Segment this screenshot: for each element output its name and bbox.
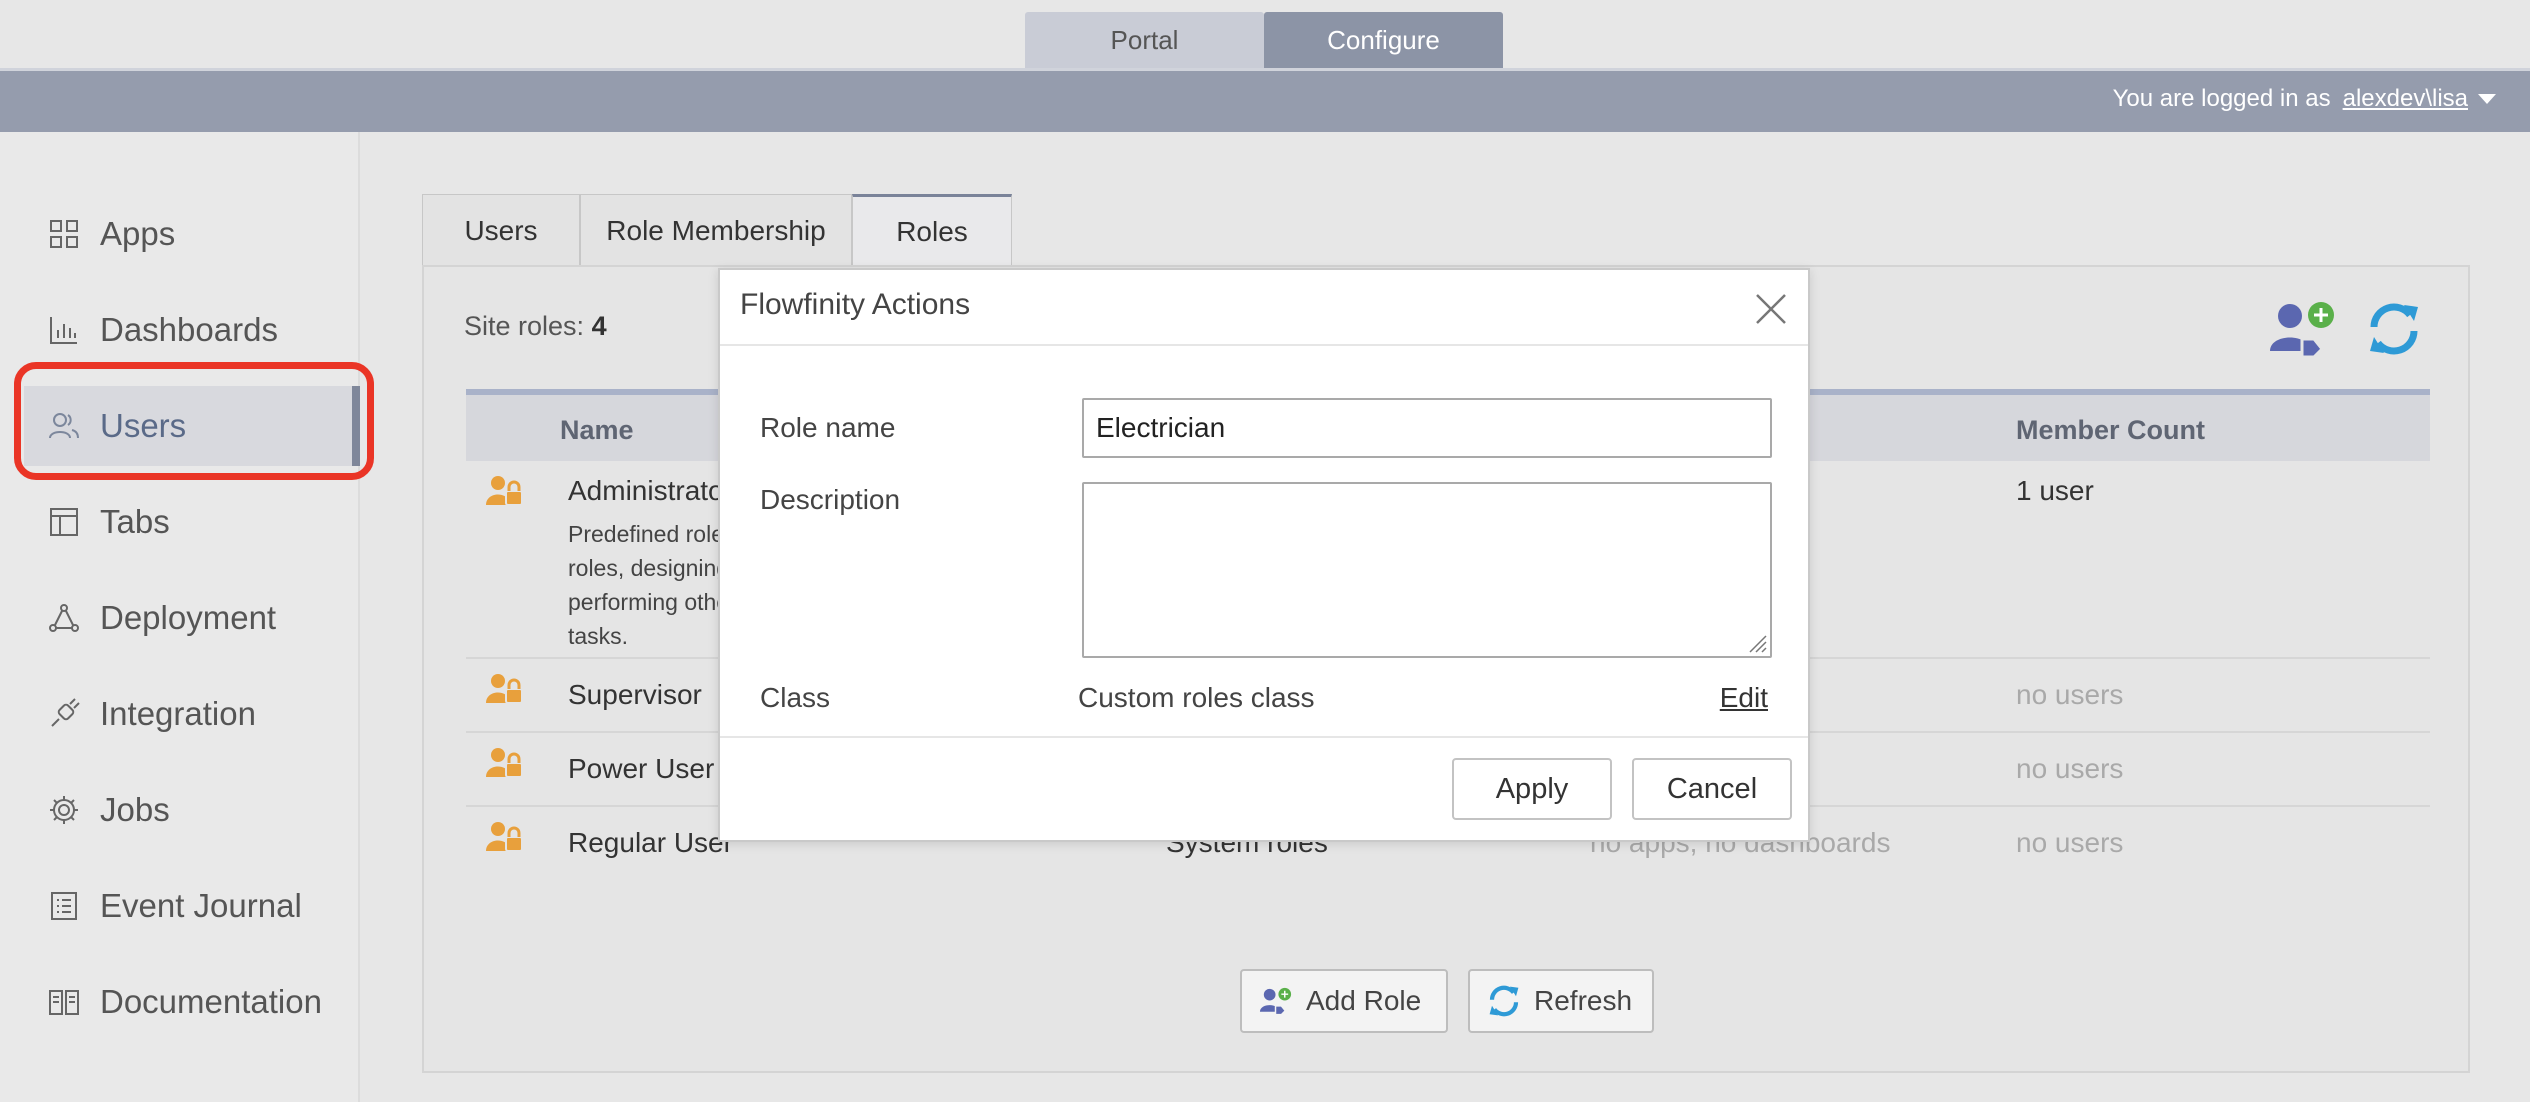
role-member-count: no users xyxy=(2016,753,2124,784)
sidebar-item-deployment[interactable]: Deployment xyxy=(0,578,360,658)
bar-chart-icon xyxy=(50,317,77,344)
resize-grip-icon[interactable] xyxy=(1745,631,1767,653)
dialog-title: Flowfinity Actions xyxy=(740,288,971,321)
content-tabs: Users Role Membership Roles xyxy=(422,194,1012,266)
locked-role-icon xyxy=(486,748,523,778)
tab-configure[interactable]: Configure xyxy=(1264,12,1503,68)
role-member-count: no users xyxy=(2016,827,2124,858)
logged-in-label: You are logged in as xyxy=(2112,85,2331,112)
refresh-icon xyxy=(1489,985,1519,1017)
tab-users[interactable]: Users xyxy=(422,194,580,266)
tabs-icon xyxy=(50,508,78,536)
sidebar-item-dashboards[interactable]: Dashboards xyxy=(0,290,360,370)
role-description-line: performing other xyxy=(568,589,728,615)
add-role-label: Add Role xyxy=(1306,985,1422,1016)
column-header-member-count[interactable]: Member Count xyxy=(2016,415,2205,446)
grid-icon xyxy=(50,220,78,248)
cancel-button[interactable]: Cancel xyxy=(1632,758,1792,820)
role-description-line: Predefined role xyxy=(568,521,724,547)
sidebar-item-label: Integration xyxy=(100,695,256,732)
site-roles-label: Site roles: xyxy=(464,311,585,341)
divider xyxy=(720,736,1808,738)
header-bar: You are logged in as alexdev\lisa xyxy=(0,68,2530,132)
edit-class-link[interactable]: Edit xyxy=(1720,682,1768,714)
locked-role-icon xyxy=(486,476,523,506)
close-icon[interactable] xyxy=(1754,292,1788,326)
locked-role-icon xyxy=(486,822,523,852)
sidebar-item-tabs[interactable]: Tabs xyxy=(0,482,360,562)
sidebar-item-label: Documentation xyxy=(100,983,322,1020)
refresh-label: Refresh xyxy=(1534,985,1633,1016)
highlight-annotation xyxy=(14,362,374,480)
add-role-button[interactable]: Add Role xyxy=(1240,969,1448,1033)
sidebar-item-jobs[interactable]: Jobs xyxy=(0,770,360,850)
role-dialog: Flowfinity Actions Role name Electrician… xyxy=(718,268,1810,842)
role-member-count: 1 user xyxy=(2016,475,2094,506)
class-value: Custom roles class xyxy=(1078,682,1315,713)
site-roles-count: 4 xyxy=(591,311,607,341)
tab-portal[interactable]: Portal xyxy=(1025,12,1264,68)
column-header-name[interactable]: Name xyxy=(560,415,634,446)
book-icon xyxy=(49,990,79,1015)
add-user-icon[interactable] xyxy=(2266,299,2340,359)
description-label: Description xyxy=(760,484,901,515)
sidebar-item-documentation[interactable]: Documentation xyxy=(0,962,360,1042)
apply-button[interactable]: Apply xyxy=(1452,758,1612,820)
description-textarea[interactable] xyxy=(1082,482,1772,658)
role-description-line: roles, designing xyxy=(568,555,728,581)
sidebar-item-label: Event Journal xyxy=(100,887,302,924)
role-description-line: tasks. xyxy=(568,623,629,649)
username-link[interactable]: alexdev\lisa xyxy=(2343,85,2468,113)
role-name: Power User xyxy=(568,753,715,784)
sidebar-item-label: Tabs xyxy=(100,503,170,540)
role-name: Regular User xyxy=(568,827,733,858)
divider xyxy=(720,344,1808,346)
locked-role-icon xyxy=(486,674,523,704)
role-name: Supervisor xyxy=(568,679,702,710)
top-tabs: Portal Configure xyxy=(1025,12,1503,68)
deployment-icon xyxy=(49,604,79,632)
role-member-count: no users xyxy=(2016,679,2124,710)
login-info: You are logged in as alexdev\lisa xyxy=(2113,85,2496,113)
chevron-down-icon[interactable] xyxy=(2478,94,2496,104)
sidebar-item-label: Jobs xyxy=(100,791,170,828)
refresh-button[interactable]: Refresh xyxy=(1468,969,1654,1033)
sidebar-item-label: Dashboards xyxy=(100,311,278,348)
sidebar-item-integration[interactable]: Integration xyxy=(0,674,360,754)
sidebar-item-event-journal[interactable]: Event Journal xyxy=(0,866,360,946)
site-roles-summary: Site roles: 4 xyxy=(464,311,607,342)
tab-role-membership[interactable]: Role Membership xyxy=(580,194,852,266)
integration-icon xyxy=(51,698,80,727)
sidebar: Apps Dashboards Users Tabs Deployment In… xyxy=(0,132,360,1102)
gear-icon xyxy=(50,796,78,824)
role-name-input[interactable]: Electrician xyxy=(1082,398,1772,458)
sidebar-item-label: Deployment xyxy=(100,599,277,636)
add-user-icon xyxy=(1259,987,1292,1016)
sidebar-item-label: Apps xyxy=(100,215,176,252)
tab-roles[interactable]: Roles xyxy=(852,194,1012,266)
role-name: Administrator xyxy=(568,475,733,506)
role-name-label: Role name xyxy=(760,412,896,443)
sidebar-item-apps[interactable]: Apps xyxy=(0,194,360,274)
refresh-icon[interactable] xyxy=(2364,299,2424,359)
journal-icon xyxy=(51,892,77,920)
class-label: Class xyxy=(760,682,831,713)
role-description: Predefined role roles, designing perform… xyxy=(568,517,728,653)
